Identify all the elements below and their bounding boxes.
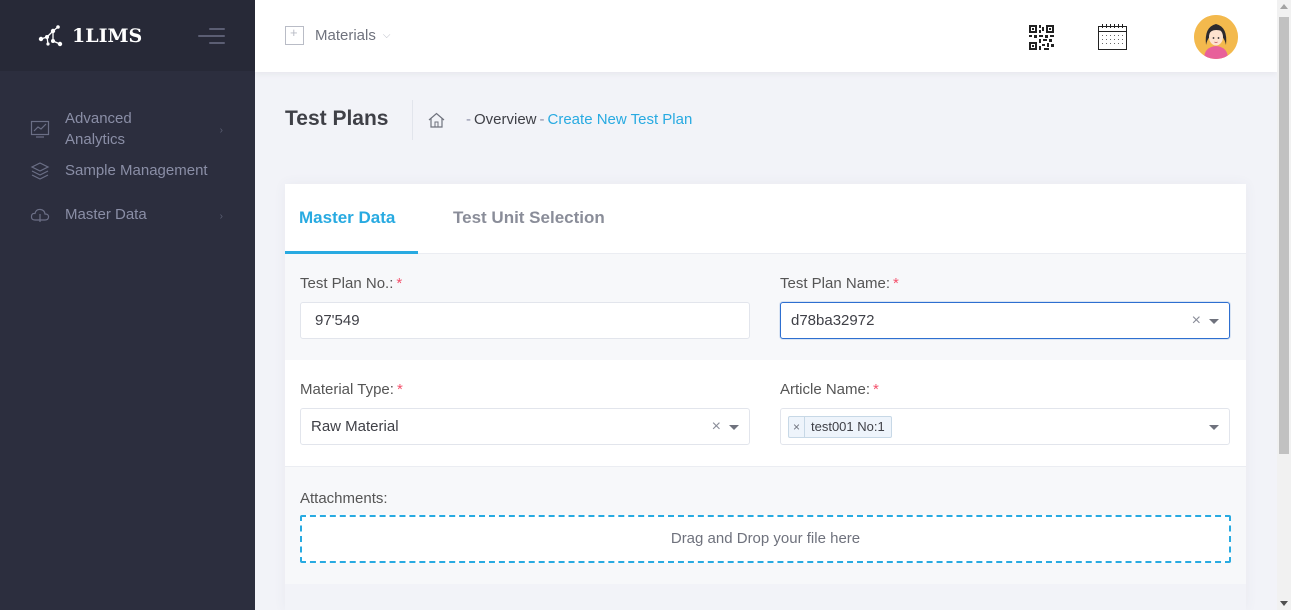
form-footer-spacer xyxy=(285,584,1246,610)
chevron-right-icon: › xyxy=(219,125,223,136)
home-icon[interactable] xyxy=(428,112,445,128)
chevron-down-icon: ⌵ xyxy=(382,30,391,41)
caret-down-icon[interactable] xyxy=(1209,319,1219,324)
article-name-multiselect[interactable]: × test001 No:1 xyxy=(780,408,1230,445)
form-row-attachments: Attachments: Drag and Drop your file her… xyxy=(285,467,1246,584)
breadcrumb-separator: - xyxy=(539,111,545,128)
title-divider xyxy=(412,100,413,140)
app-name: 1LIMS xyxy=(72,24,143,47)
test-plan-no-input[interactable]: 97'549 xyxy=(300,302,750,339)
label-line-2: Analytics xyxy=(65,131,126,148)
breadcrumb: - Overview - Create New Test Plan xyxy=(428,111,692,128)
molecule-logo-icon xyxy=(38,24,63,46)
qr-code-icon[interactable] xyxy=(1029,25,1054,50)
label-text: Test Plan No.: xyxy=(300,275,394,292)
label-text: Material Type: xyxy=(300,381,394,398)
avatar-image xyxy=(1194,15,1238,59)
test-plan-no-label: Test Plan No.: * xyxy=(300,275,402,292)
cloud-icon xyxy=(30,208,50,222)
article-name-label: Article Name: * xyxy=(780,381,879,398)
breadcrumb-separator: - xyxy=(466,111,471,128)
select-value: Raw Material xyxy=(311,418,399,435)
material-type-select[interactable]: Raw Material × xyxy=(300,408,750,445)
sidebar-item-advanced-analytics[interactable]: Advanced Analytics › xyxy=(0,108,255,152)
material-type-label: Material Type: * xyxy=(300,381,403,398)
scroll-up-arrow-icon[interactable] xyxy=(1280,4,1288,9)
breadcrumb-current[interactable]: Create New Test Plan xyxy=(548,111,693,128)
calendar-icon[interactable] xyxy=(1098,24,1127,50)
test-plan-name-select[interactable]: d78ba32972 × xyxy=(780,302,1230,339)
required-marker: * xyxy=(396,381,403,398)
select-value: d78ba32972 xyxy=(791,312,875,329)
menu-toggle-icon[interactable] xyxy=(198,28,225,49)
label-line-1: Advanced xyxy=(65,110,132,127)
input-value: 97'549 xyxy=(315,312,360,329)
test-plan-form-card: Master Data Test Unit Selection Test Pla… xyxy=(285,184,1246,610)
module-label: Materials xyxy=(315,27,376,44)
scrollbar-thumb[interactable] xyxy=(1279,17,1289,454)
sidebar-item-sample-management[interactable]: Sample Management xyxy=(0,160,255,182)
tag-label: test001 No:1 xyxy=(811,419,885,434)
chart-icon xyxy=(30,120,50,138)
attachments-label: Attachments: xyxy=(300,490,388,507)
dropzone-text: Drag and Drop your file here xyxy=(670,530,861,547)
caret-down-icon[interactable] xyxy=(729,425,739,430)
label-text: Article Name: xyxy=(780,381,871,398)
app-logo[interactable]: 1LIMS xyxy=(38,24,142,48)
sidebar-item-label: Advanced Analytics xyxy=(65,108,132,150)
sidebar-item-label: Sample Management xyxy=(65,162,208,179)
add-window-icon xyxy=(285,25,304,45)
form-row-material: Material Type: * Raw Material × Article N… xyxy=(285,360,1246,467)
module-switcher[interactable]: Materials ⌵ xyxy=(285,25,391,45)
top-header: Materials ⌵ xyxy=(255,0,1277,72)
clear-icon[interactable]: × xyxy=(1192,303,1201,338)
file-dropzone[interactable]: Drag and Drop your file here xyxy=(300,515,1231,563)
form-row-plan: Test Plan No.: * 97'549 Test Plan Name: * … xyxy=(285,254,1246,360)
sidebar: 1LIMS Advanced Analytics › Sample Manage… xyxy=(0,0,255,610)
sidebar-nav: Advanced Analytics › Sample Management M… xyxy=(0,71,255,226)
page-scrollbar[interactable] xyxy=(1277,0,1291,610)
tab-master-data[interactable]: Master Data xyxy=(299,208,395,228)
layers-icon xyxy=(30,162,50,180)
sidebar-item-master-data[interactable]: Master Data › xyxy=(0,204,255,226)
clear-icon[interactable]: × xyxy=(712,409,721,444)
selected-article-tag: × test001 No:1 xyxy=(788,416,892,438)
form-tabs: Master Data Test Unit Selection xyxy=(285,184,1246,254)
remove-tag-icon[interactable]: × xyxy=(789,417,805,437)
tab-test-unit-selection[interactable]: Test Unit Selection xyxy=(453,208,605,228)
breadcrumb-overview[interactable]: Overview xyxy=(474,111,537,128)
scroll-down-arrow-icon[interactable] xyxy=(1280,601,1288,606)
sidebar-brand: 1LIMS xyxy=(0,0,255,71)
required-marker: * xyxy=(396,275,403,292)
label-text: Test Plan Name: xyxy=(780,275,891,292)
required-marker: * xyxy=(893,275,899,292)
chevron-right-icon: › xyxy=(219,211,223,222)
caret-down-icon[interactable] xyxy=(1209,425,1219,430)
test-plan-name-label: Test Plan Name: * xyxy=(780,275,899,292)
sidebar-item-label: Master Data xyxy=(65,206,147,223)
user-avatar[interactable] xyxy=(1194,15,1238,59)
page-title: Test Plans xyxy=(285,107,389,130)
required-marker: * xyxy=(873,381,879,398)
